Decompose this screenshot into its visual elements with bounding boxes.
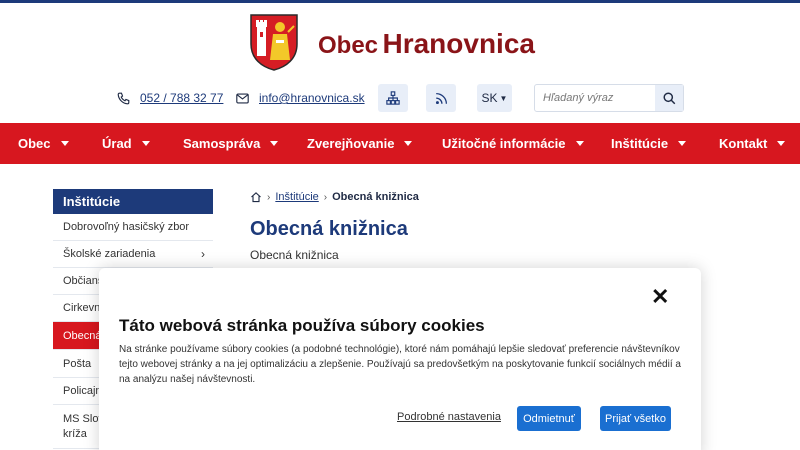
chevron-down-icon: [60, 141, 69, 146]
site-title-main: Hranovnica: [382, 28, 535, 59]
chevron-down-icon: [270, 141, 279, 146]
chevron-down-icon: [575, 141, 584, 146]
chevron-down-icon: [141, 141, 150, 146]
accept-all-cookies-button[interactable]: Prijať všetko: [600, 406, 671, 431]
phone-link[interactable]: 052 / 788 32 77: [140, 91, 223, 105]
page-title: Obecná knižnica: [250, 218, 408, 240]
chevron-right-icon: ›: [267, 191, 271, 203]
sidebar-heading: Inštitúcie: [53, 189, 213, 214]
phone-icon: [117, 92, 130, 104]
nav-item-samosprava[interactable]: Samospráva: [183, 123, 279, 164]
email-contact: info@hranovnica.sk: [236, 88, 365, 108]
breadcrumb-link-institucie[interactable]: Inštitúcie: [275, 191, 318, 203]
sidebar-item-label: Občians: [63, 275, 104, 287]
nav-item-obec[interactable]: Obec: [18, 123, 69, 164]
nav-item-zverejnovanie[interactable]: Zverejňovanie: [307, 123, 413, 164]
sidebar-item-label: Dobrovoľný hasičský zbor: [63, 221, 190, 233]
top-accent-line: [0, 0, 800, 3]
nav-item-urad[interactable]: Úrad: [102, 123, 150, 164]
sidebar-item-label: Pošta: [63, 357, 92, 370]
reject-cookies-button[interactable]: Odmietnuť: [517, 406, 581, 431]
close-icon[interactable]: ✕: [651, 286, 669, 308]
nav-item-uzitocne-informacie[interactable]: Užitočné informácie: [442, 123, 584, 164]
search-button[interactable]: [655, 85, 683, 111]
main-navigation: Obec Úrad Samospráva Zverejňovanie Užito…: [0, 123, 800, 164]
chevron-down-icon: [678, 141, 687, 146]
language-label: SK: [481, 91, 498, 105]
sidebar-item-hasicsky-zbor[interactable]: Dobrovoľný hasičský zbor: [53, 214, 213, 241]
site-title[interactable]: Obec Hranovnica: [318, 28, 535, 60]
cookie-consent-dialog: ✕ Táto webová stránka používa súbory coo…: [99, 268, 701, 450]
sitemap-button[interactable]: [378, 84, 408, 112]
rss-button[interactable]: [426, 84, 456, 112]
nav-item-label: Inštitúcie: [611, 136, 669, 151]
chevron-down-icon: [777, 141, 786, 146]
site-title-prefix: Obec: [318, 32, 379, 59]
nav-item-label: Samospráva: [183, 136, 261, 151]
nav-item-label: Zverejňovanie: [307, 136, 395, 151]
chevron-down-icon: [404, 141, 413, 146]
sidebar-item-skolske-zariadenia[interactable]: Školské zariadenia ›: [53, 241, 213, 268]
nav-item-kontakt[interactable]: Kontakt: [719, 123, 786, 164]
search-input[interactable]: [535, 85, 655, 111]
search-box: [534, 84, 684, 112]
cookie-text: Na stránke používame súbory cookies (a p…: [119, 344, 681, 385]
nav-item-institucie[interactable]: Inštitúcie: [611, 123, 687, 164]
cookie-settings-link[interactable]: Podrobné nastavenia: [397, 411, 501, 423]
nav-item-label: Kontakt: [719, 136, 768, 151]
chevron-right-icon: ›: [201, 247, 205, 261]
rss-icon: [435, 92, 447, 104]
home-icon[interactable]: [250, 191, 262, 203]
sidebar: Inštitúcie Dobrovoľný hasičský zbor Škol…: [53, 189, 213, 449]
nav-item-label: Úrad: [102, 136, 132, 151]
page-subtitle: Obecná knižnica: [250, 248, 339, 262]
sitemap-icon: [386, 91, 400, 105]
sidebar-item-label-line2: kríža: [63, 427, 87, 440]
email-link[interactable]: info@hranovnica.sk: [259, 91, 365, 105]
nav-item-label: Obec: [18, 136, 51, 151]
chevron-down-icon: ▼: [499, 93, 508, 103]
coat-of-arms-logo[interactable]: [248, 12, 300, 72]
breadcrumb-current: Obecná knižnica: [332, 191, 419, 203]
phone-contact: 052 / 788 32 77: [117, 88, 223, 108]
sidebar-item-label: Školské zariadenia: [63, 248, 156, 260]
nav-item-label: Užitočné informácie: [442, 136, 566, 151]
chevron-right-icon: ›: [323, 191, 328, 203]
mail-icon: [236, 92, 249, 104]
breadcrumb: › Inštitúcie › Obecná knižnica: [250, 190, 419, 204]
search-icon: [662, 91, 675, 104]
cookie-title: Táto webová stránka používa súbory cooki…: [119, 316, 485, 335]
language-select[interactable]: SK ▼: [477, 84, 512, 112]
sidebar-item-label: Obecná: [63, 329, 102, 342]
